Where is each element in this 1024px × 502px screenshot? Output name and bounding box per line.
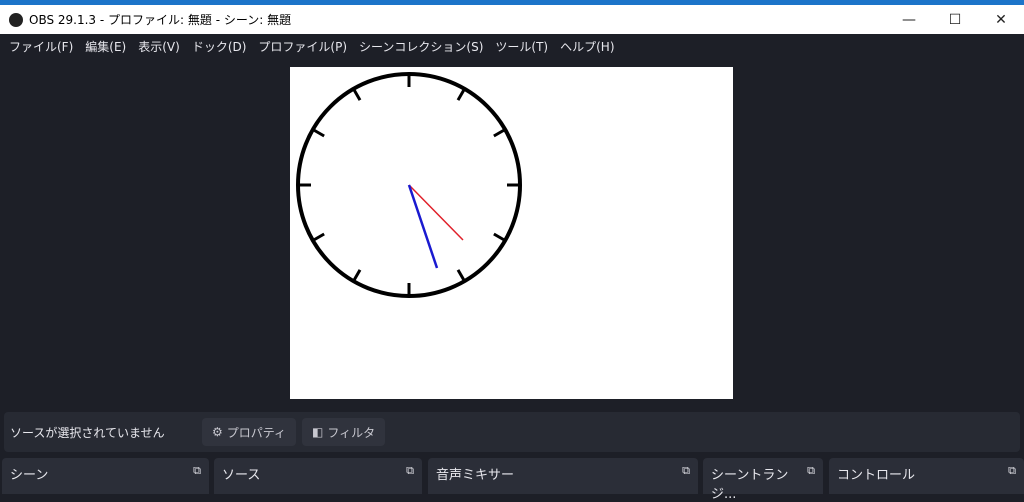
title-bar: OBS 29.1.3 - プロファイル: 無題 - シーン: 無題 — ☐ ✕: [0, 5, 1024, 34]
float-dock-icon[interactable]: ⧉: [682, 464, 690, 478]
float-dock-icon[interactable]: ⧉: [406, 464, 414, 478]
filter-icon: ◧: [312, 425, 324, 439]
clock-tick: [456, 269, 466, 282]
dock-title: コントロール: [837, 468, 916, 483]
clock-tick: [312, 232, 325, 242]
preview-canvas[interactable]: [290, 67, 733, 399]
menu-bar: ファイル(F) 編集(E) 表示(V) ドック(D) プロファイル(P) シーン…: [0, 34, 1024, 58]
dock-title: ソース: [222, 468, 261, 483]
obs-logo-icon: [9, 12, 23, 27]
dock-title: 音声ミキサー: [436, 468, 515, 483]
clock-tick: [352, 88, 362, 101]
menu-dock[interactable]: ドック(D): [186, 38, 253, 55]
dock-scenes: シーン ⧉: [2, 458, 209, 494]
context-bar: ソースが選択されていません ⚙ プロパティ ◧ フィルタ: [4, 412, 1020, 452]
filters-button[interactable]: ◧ フィルタ: [302, 418, 386, 446]
gear-icon: ⚙: [212, 425, 223, 439]
menu-edit[interactable]: 編集(E): [79, 38, 132, 55]
clock-source: [296, 72, 522, 298]
clock-tick: [456, 88, 466, 101]
float-dock-icon[interactable]: ⧉: [193, 464, 201, 478]
float-dock-icon[interactable]: ⧉: [1008, 464, 1016, 478]
menu-tools[interactable]: ツール(T): [489, 38, 554, 55]
clock-tick: [352, 269, 362, 282]
no-source-selected-label: ソースが選択されていません: [10, 425, 165, 440]
dock-audio-mixer: 音声ミキサー ⧉: [428, 458, 698, 494]
dock-controls: コントロール ⧉: [829, 458, 1024, 494]
properties-button[interactable]: ⚙ プロパティ: [202, 418, 297, 446]
menu-help[interactable]: ヘルプ(H): [554, 38, 620, 55]
dock-sources: ソース ⧉: [214, 458, 422, 494]
window-title: OBS 29.1.3 - プロファイル: 無題 - シーン: 無題: [29, 13, 292, 27]
dock-scene-transitions: シーントランジ... ⧉: [703, 458, 823, 502]
close-button[interactable]: ✕: [978, 12, 1024, 28]
clock-tick: [493, 128, 506, 138]
dock-title: シーントランジ...: [711, 468, 789, 502]
clock-tick: [312, 128, 325, 138]
properties-label: プロパティ: [226, 425, 287, 440]
float-dock-icon[interactable]: ⧉: [807, 464, 815, 478]
filters-label: フィルタ: [327, 425, 376, 440]
maximize-button[interactable]: ☐: [932, 12, 978, 28]
menu-file[interactable]: ファイル(F): [3, 38, 79, 55]
menu-profile[interactable]: プロファイル(P): [252, 38, 353, 55]
menu-scene-collection[interactable]: シーンコレクション(S): [353, 38, 489, 55]
menu-view[interactable]: 表示(V): [132, 38, 186, 55]
minute-hand: [407, 184, 439, 269]
dock-title: シーン: [10, 468, 49, 483]
minimize-button[interactable]: —: [886, 12, 932, 28]
clock-tick: [493, 232, 506, 242]
